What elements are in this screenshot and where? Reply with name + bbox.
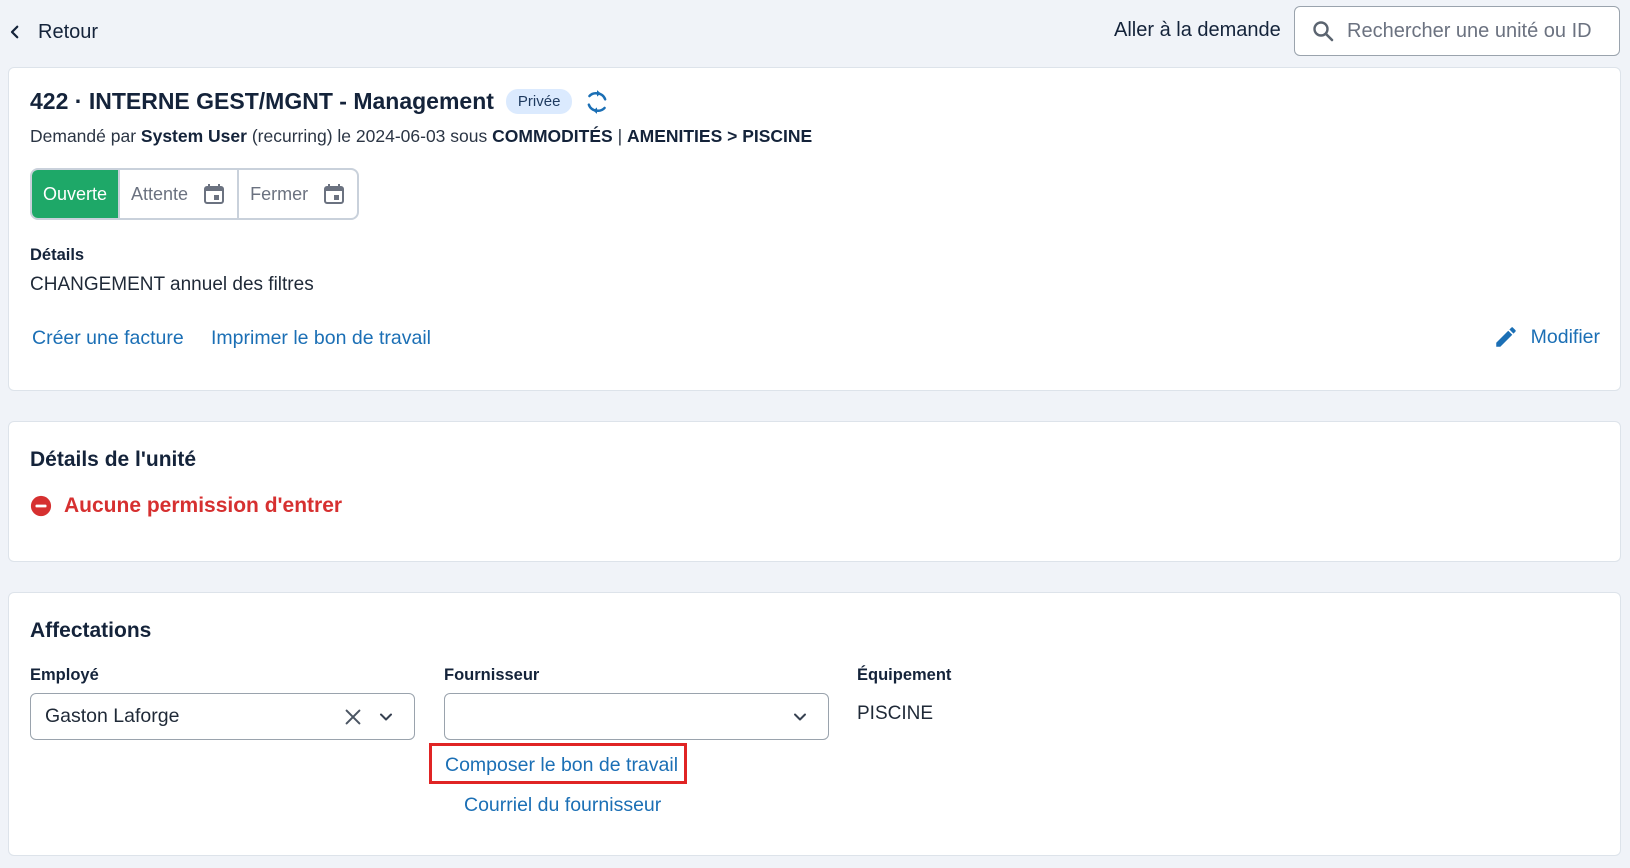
search-input[interactable] <box>1347 19 1617 43</box>
assignments-card: Affectations Employé Fournisseur Équipem… <box>8 592 1621 856</box>
privacy-badge: Privée <box>505 89 573 114</box>
request-header: 422 · INTERNE GEST/MGNT - Management Pri… <box>30 88 610 115</box>
subtitle-mid: (recurring) le 2024-06-03 sous <box>251 126 488 146</box>
details-text: CHANGEMENT annuel des filtres <box>30 274 314 295</box>
equipment-label: Équipement <box>857 666 952 684</box>
category-name: COMMODITÉS <box>492 126 613 146</box>
supplier-label: Fournisseur <box>444 666 540 684</box>
clear-icon[interactable] <box>342 706 364 728</box>
status-waiting-label: Attente <box>131 183 189 204</box>
chevron-left-icon <box>10 25 19 39</box>
search-box[interactable] <box>1294 6 1620 56</box>
no-entry-permission: Aucune permission d'entrer <box>30 494 342 518</box>
permission-text: Aucune permission d'entrer <box>64 494 343 517</box>
status-waiting-button[interactable]: Attente <box>120 170 240 218</box>
calendar-icon <box>204 184 225 204</box>
supplier-select[interactable] <box>444 693 829 740</box>
calendar-icon <box>324 184 345 204</box>
status-toggle-group: Ouverte Attente Fermer <box>30 168 360 220</box>
modify-button[interactable]: Modifier <box>1493 324 1600 350</box>
category-separator: | <box>617 126 623 146</box>
goto-request-label: Aller à la demande <box>1114 19 1281 41</box>
chevron-down-icon[interactable] <box>376 707 396 727</box>
status-close-label: Fermer <box>250 183 309 204</box>
refresh-icon <box>588 89 607 114</box>
category-path: AMENITIES > PISCINE <box>626 126 813 146</box>
status-close-button[interactable]: Fermer <box>239 170 357 218</box>
employee-select[interactable]: Gaston Laforge <box>30 693 415 740</box>
supplier-email-link[interactable]: Courriel du fournisseur <box>464 794 661 817</box>
employee-label: Employé <box>30 666 99 684</box>
request-title: 422 · INTERNE GEST/MGNT - Management <box>30 88 494 114</box>
back-button[interactable]: Retour <box>6 18 98 46</box>
unit-card: Détails de l'unité Aucune permission d'e… <box>8 421 1621 562</box>
assignments-section-title: Affectations <box>30 619 152 642</box>
request-subtitle: Demandé par System User (recurring) le 2… <box>30 126 812 147</box>
status-open-label: Ouverte <box>43 183 108 204</box>
unit-section-title: Détails de l'unité <box>30 448 197 471</box>
print-work-order-link[interactable]: Imprimer le bon de travail <box>211 327 431 350</box>
request-card: 422 · INTERNE GEST/MGNT - Management Pri… <box>8 67 1621 391</box>
minus-circle-icon <box>30 495 52 517</box>
status-open-button[interactable]: Ouverte <box>32 170 121 218</box>
pencil-icon <box>1495 327 1516 347</box>
back-label: Retour <box>38 20 99 43</box>
search-icon <box>1313 21 1334 42</box>
equipment-value: PISCINE <box>857 703 934 724</box>
chevron-down-icon[interactable] <box>790 707 810 727</box>
modify-label: Modifier <box>1530 325 1600 348</box>
compose-work-order-link[interactable]: Composer le bon de travail <box>445 754 678 777</box>
details-label: Détails <box>30 246 85 264</box>
requester-name: System User <box>140 126 247 146</box>
create-invoice-link[interactable]: Créer une facture <box>32 327 184 350</box>
subtitle-prefix: Demandé par <box>30 126 137 146</box>
employee-value: Gaston Laforge <box>45 705 180 727</box>
top-bar: Retour Aller à la demande <box>0 0 1630 62</box>
